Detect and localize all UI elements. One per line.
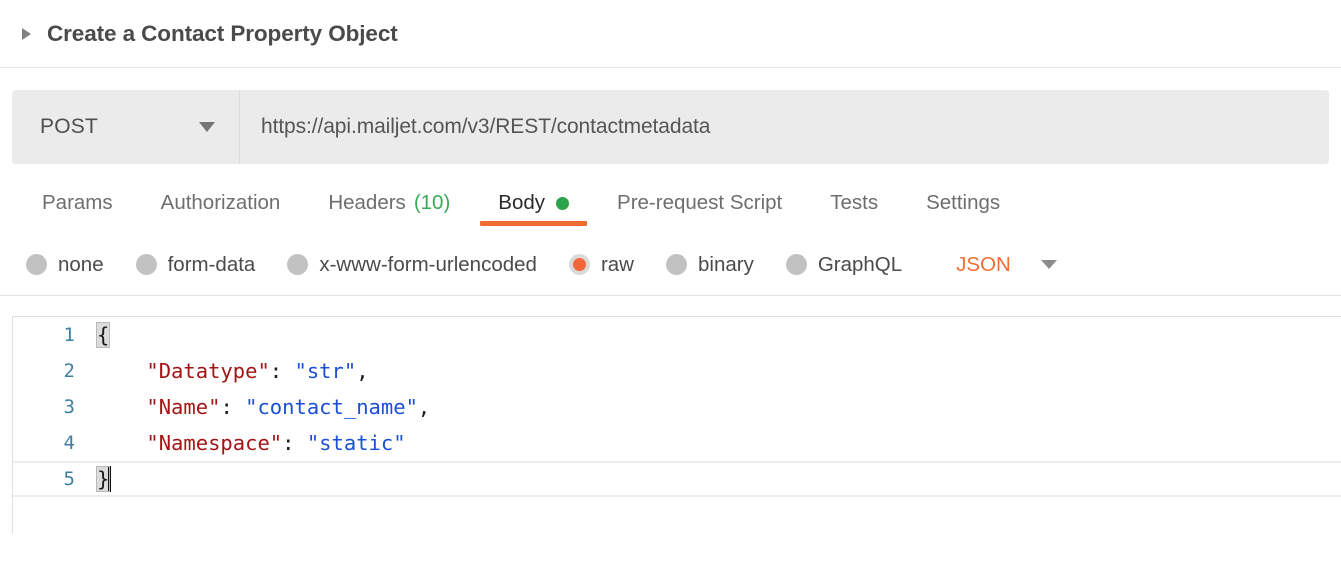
code-line[interactable]: 3 "Name": "contact_name", (13, 389, 1341, 425)
body-type-selector: none form-data x-www-form-urlencoded raw… (0, 234, 1341, 296)
tab-tests[interactable]: Tests (806, 172, 902, 234)
radio-selected-icon (568, 254, 590, 275)
request-title-bar: Create a Contact Property Object (0, 0, 1341, 68)
http-method-select[interactable]: POST (12, 90, 240, 164)
tab-label: Headers (328, 191, 406, 214)
tab-label: Body (498, 191, 546, 214)
url-input[interactable]: https://api.mailjet.com/v3/REST/contactm… (240, 90, 1329, 164)
radio-label: form-data (167, 252, 256, 276)
tab-body[interactable]: Body (474, 172, 593, 234)
chevron-down-icon (199, 122, 215, 132)
tab-label: Tests (830, 191, 879, 214)
tab-authorization[interactable]: Authorization (137, 172, 305, 234)
code-text: "Datatype": "str", (97, 359, 369, 383)
code-text: } (95, 466, 112, 492)
code-text: { (95, 322, 111, 348)
body-format-label: JSON (956, 252, 1011, 276)
code-token: "Name" (146, 395, 221, 419)
radio-icon (287, 254, 309, 275)
code-token: "Namespace" (146, 431, 283, 455)
code-line[interactable]: 4 "Namespace": "static" (13, 425, 1341, 461)
line-number: 3 (63, 396, 75, 418)
radio-icon (785, 254, 807, 275)
http-method-label: POST (40, 115, 98, 138)
code-token: , (356, 359, 369, 383)
code-token: "str" (294, 359, 357, 383)
page-title: Create a Contact Property Object (47, 20, 398, 46)
code-lines: 1{2 "Datatype": "str", 3 "Name": "contact… (13, 317, 1341, 497)
body-type-form-data[interactable]: form-data (135, 252, 256, 277)
code-token: "Datatype" (146, 359, 270, 383)
code-line[interactable]: 1{ (13, 317, 1341, 353)
body-type-binary[interactable]: binary (665, 252, 754, 277)
text-cursor (108, 466, 112, 492)
radio-label: none (58, 252, 104, 276)
chevron-down-icon (1040, 260, 1057, 269)
tab-label: Authorization (160, 191, 281, 214)
code-token: , (417, 395, 431, 419)
radio-label: x-www-form-urlencoded (319, 252, 537, 276)
code-line[interactable]: 2 "Datatype": "str", (13, 353, 1341, 389)
radio-icon (135, 254, 157, 275)
body-status-dot-icon (556, 196, 570, 210)
tab-label: Params (42, 191, 113, 214)
radio-label: GraphQL (817, 252, 903, 276)
code-token: "static" (306, 431, 406, 455)
body-type-raw[interactable]: raw (568, 252, 634, 277)
body-type-graphql[interactable]: GraphQL (785, 252, 903, 277)
raw-body-code-editor[interactable]: 1{2 "Datatype": "str", 3 "Name": "contact… (12, 316, 1341, 533)
url-bar: POST https://api.mailjet.com/v3/REST/con… (12, 90, 1329, 164)
radio-label: binary (697, 252, 754, 276)
code-token: : (220, 395, 246, 419)
code-text: "Name": "contact_name", (97, 395, 430, 419)
matched-brace: { (95, 322, 111, 348)
tab-settings[interactable]: Settings (902, 172, 1024, 234)
tab-label: Pre-request Script (617, 191, 783, 214)
line-number: 4 (63, 432, 75, 454)
line-number: 5 (63, 468, 75, 490)
code-token: : (269, 359, 295, 383)
tab-headers[interactable]: Headers (10) (304, 172, 474, 234)
headers-count-badge: (10) (413, 191, 451, 214)
line-number: 1 (63, 324, 75, 346)
triangle-right-icon[interactable] (22, 27, 31, 40)
body-type-none[interactable]: none (26, 253, 104, 277)
tab-label: Settings (926, 191, 1001, 214)
code-line[interactable]: 5} (13, 461, 1341, 497)
body-type-x-www-form-urlencoded[interactable]: x-www-form-urlencoded (287, 253, 537, 277)
code-token: : (282, 431, 307, 455)
code-token: "contact_name" (245, 395, 418, 419)
radio-label: raw (600, 252, 634, 276)
radio-icon (26, 254, 47, 275)
line-number: 2 (63, 360, 75, 382)
code-text: "Namespace": "static" (97, 431, 406, 455)
request-tabs: Params Authorization Headers (10) Body P… (0, 172, 1341, 234)
tab-pre-request-script[interactable]: Pre-request Script (593, 172, 806, 234)
body-format-select[interactable]: JSON (956, 253, 1057, 277)
active-tab-underline (480, 221, 588, 226)
tab-params[interactable]: Params (18, 172, 137, 234)
radio-icon (665, 254, 687, 275)
